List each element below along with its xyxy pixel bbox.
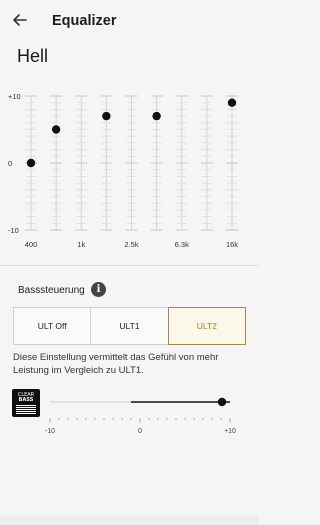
equalizer-chart[interactable]: +10 0 -10 400 1k 2.5k 6.3k 16k	[0, 84, 259, 254]
eq-freq-label: 2.5k	[124, 240, 138, 249]
eq-band-4[interactable]: 2.5k	[124, 95, 139, 249]
clear-bass-logo-bottom: BASS	[18, 397, 34, 403]
divider	[0, 265, 259, 266]
clear-bass-scale-label: +10	[224, 428, 236, 435]
eq-band-2[interactable]: 1k	[75, 95, 88, 249]
clear-bass-logo: CLEAR BASS	[12, 389, 40, 417]
bass-control-label: Basssteuerung	[18, 285, 85, 296]
page-title: Equalizer	[52, 13, 117, 29]
ult-off-button[interactable]: ULT Off	[13, 307, 92, 345]
clear-bass-handle[interactable]	[217, 397, 227, 407]
bass-mode-selector: ULT Off ULT1 ULT2	[13, 307, 246, 345]
eq-band-8[interactable]: 16k	[226, 95, 238, 249]
eq-band-0[interactable]: 400	[25, 95, 38, 249]
clear-bass-scale-label: 0	[138, 428, 142, 435]
eq-freq-label: 400	[25, 240, 38, 249]
eq-freq-label: 6.3k	[175, 240, 189, 249]
eq-handle-1[interactable]	[51, 125, 61, 134]
scale-label: +10	[8, 92, 21, 101]
eq-band-7[interactable]	[200, 95, 213, 231]
eq-freq-label: 16k	[226, 240, 238, 249]
eq-handle-0[interactable]	[26, 158, 36, 168]
scale-label: 0	[8, 159, 12, 168]
arrow-left-icon[interactable]	[10, 10, 30, 30]
bass-description: Diese Einstellung vermittelt das Gefühl …	[13, 352, 219, 376]
eq-freq-label: 1k	[77, 240, 85, 249]
eq-handle-8[interactable]	[227, 98, 237, 107]
eq-handle-3[interactable]	[102, 111, 111, 121]
info-icon[interactable]: i	[91, 282, 106, 297]
eq-band-6[interactable]: 6.3k	[175, 95, 189, 249]
ult1-button[interactable]: ULT1	[90, 307, 169, 345]
eq-handle-5[interactable]	[152, 111, 161, 121]
clear-bass-slider[interactable]: -10 0 +10	[40, 392, 250, 442]
bottom-bar	[0, 515, 259, 525]
ult2-button[interactable]: ULT2	[167, 307, 246, 345]
app-header: Equalizer	[0, 0, 259, 46]
clear-bass-scale-label: -10	[45, 428, 55, 435]
preset-name: Hell	[17, 46, 49, 66]
scale-label: -10	[8, 226, 19, 235]
eq-band-1[interactable]	[50, 95, 63, 231]
